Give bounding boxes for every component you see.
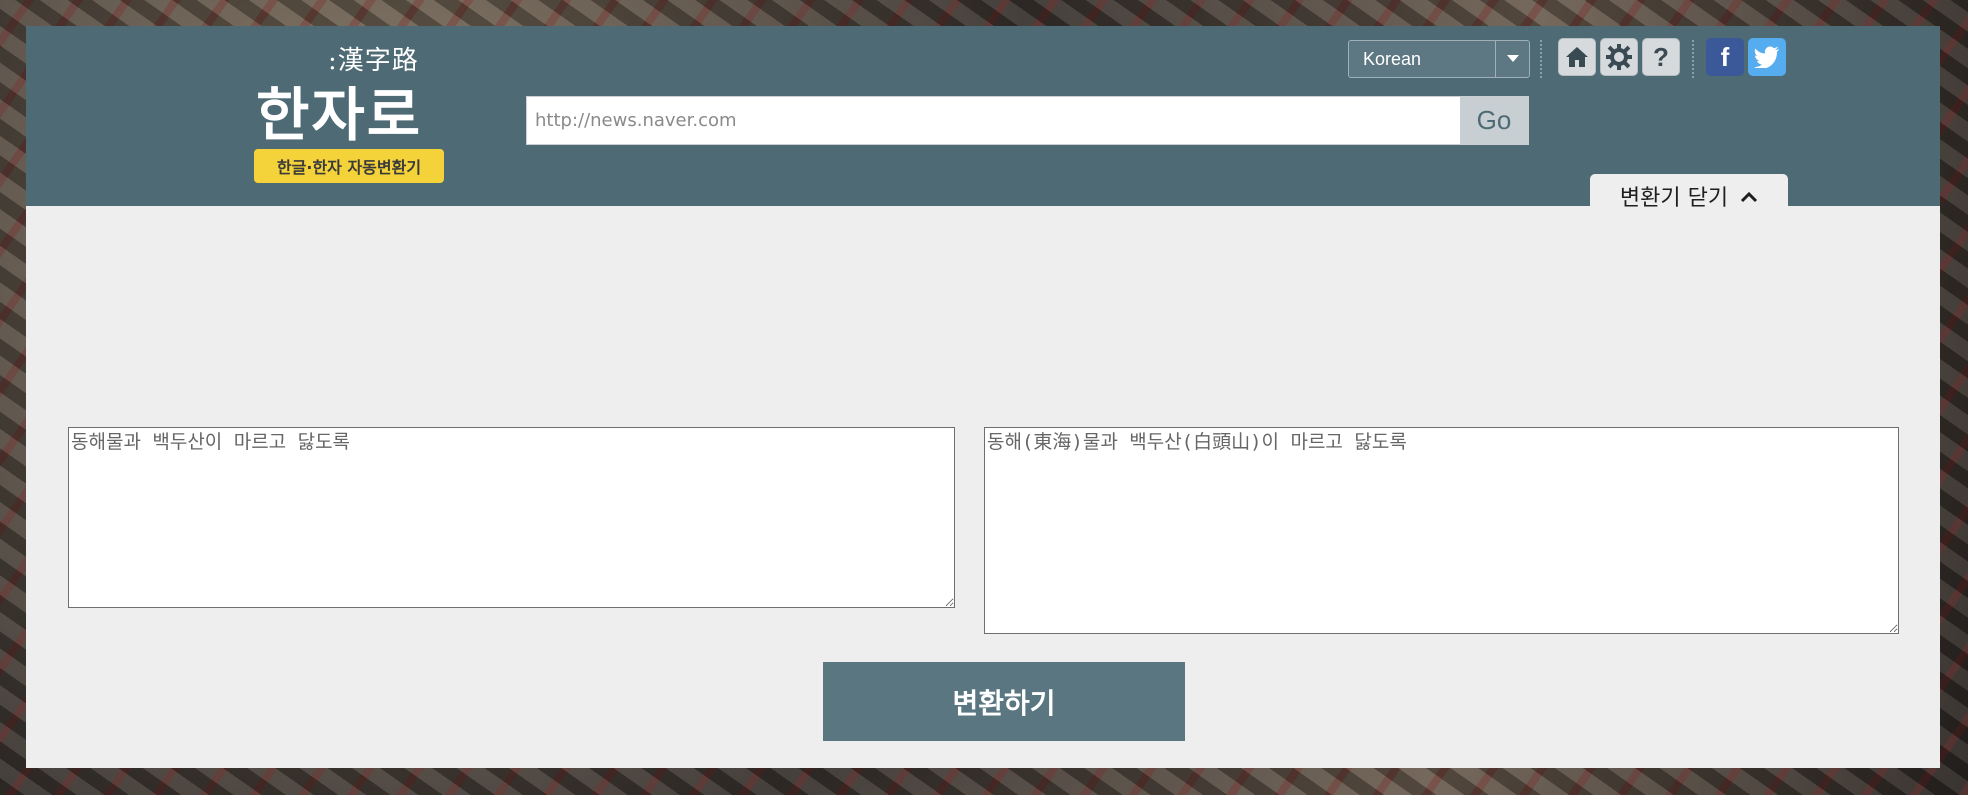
url-input[interactable] <box>527 97 1460 144</box>
toggle-label: 변환기 닫기 <box>1619 186 1729 211</box>
facebook-icon[interactable]: f <box>1706 38 1744 76</box>
output-textarea[interactable]: 동해(東海)물과 백두산(白頭山)이 마르고 닳도록 <box>984 427 1899 634</box>
logo-badge: 한글·한자 자동변환기 <box>254 149 444 183</box>
separator <box>1540 40 1542 78</box>
close-converter-toggle[interactable]: 변환기 닫기 <box>1590 174 1788 218</box>
language-selected: Korean <box>1363 48 1422 69</box>
chevron-up-icon <box>1740 184 1758 209</box>
chevron-down-icon <box>1495 41 1529 77</box>
separator <box>1692 40 1694 78</box>
facebook-glyph: f <box>1720 41 1730 72</box>
app-frame: :漢字路 한자로 한글·한자 자동변환기 Go Korean <box>26 26 1940 768</box>
home-icon[interactable] <box>1558 38 1596 76</box>
go-button[interactable]: Go <box>1460 97 1528 144</box>
url-bar: Go <box>526 96 1529 145</box>
twitter-icon[interactable] <box>1748 38 1786 76</box>
logo[interactable]: :漢字路 한자로 한글·한자 자동변환기 <box>228 34 458 184</box>
gear-icon[interactable] <box>1600 38 1638 76</box>
input-textarea[interactable]: 동해물과 백두산이 마르고 닳도록 <box>68 427 955 608</box>
language-select[interactable]: Korean <box>1348 40 1530 78</box>
logo-title: 한자로 <box>256 81 423 149</box>
help-glyph: ? <box>1653 41 1669 72</box>
help-icon[interactable]: ? <box>1642 38 1680 76</box>
convert-button[interactable]: 변환하기 <box>823 662 1185 741</box>
